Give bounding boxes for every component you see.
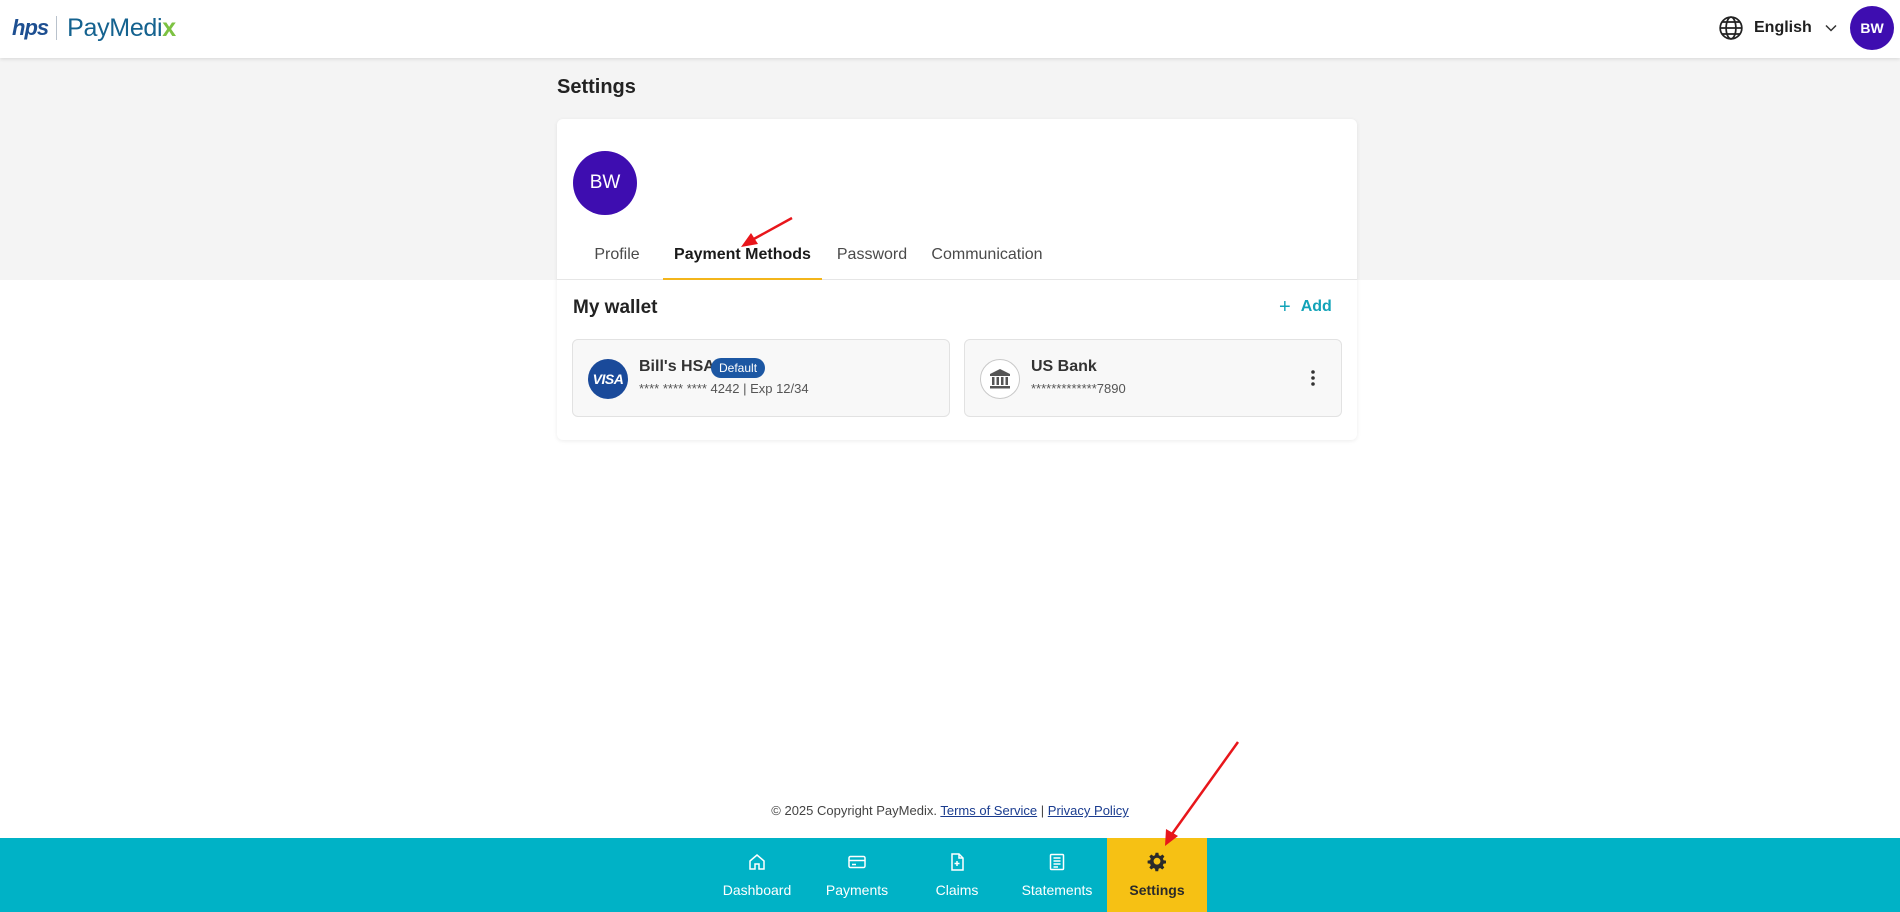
payment-method-name: US Bank — [1031, 358, 1097, 375]
tab-password[interactable]: Password — [830, 237, 914, 280]
more-options-icon[interactable] — [1305, 366, 1321, 390]
payment-method-detail: **** **** **** 4242 | Exp 12/34 — [639, 381, 809, 396]
payment-method-detail: *************7890 — [1031, 381, 1126, 396]
settings-tabs: Profile Payment Methods Password Communi… — [557, 237, 1357, 280]
payment-method-card[interactable]: US Bank *************7890 — [964, 339, 1342, 417]
paymedix-logo[interactable]: hps PayMedix — [12, 14, 176, 42]
annotation-arrow-settings — [1165, 741, 1240, 846]
logo-divider — [56, 16, 58, 40]
copyright-text: © 2025 Copyright PayMedix. — [771, 803, 937, 818]
visa-icon: VISA — [588, 359, 628, 399]
language-selector[interactable]: English — [1718, 14, 1838, 42]
payment-method-card[interactable]: VISA Bill's HSA Default **** **** **** 4… — [572, 339, 950, 417]
payment-method-name: Bill's HSA — [639, 358, 715, 375]
tab-payment-methods[interactable]: Payment Methods — [663, 237, 822, 280]
logo-paymedix-main: PayMedi — [67, 13, 163, 42]
privacy-policy-link[interactable]: Privacy Policy — [1048, 803, 1129, 818]
statement-icon — [1049, 853, 1065, 871]
nav-label: Payments — [825, 882, 889, 898]
terms-of-service-link[interactable]: Terms of Service — [940, 803, 1037, 818]
gear-icon — [1147, 852, 1166, 872]
logo-hps-text: hps — [12, 15, 49, 40]
copyright-footer: © 2025 Copyright PayMedix. Terms of Serv… — [0, 803, 1900, 818]
home-icon — [749, 854, 765, 870]
nav-claims[interactable]: Claims — [907, 838, 1007, 912]
bottom-navigation: Dashboard Payments Claims Statements Set… — [0, 838, 1900, 912]
chevron-down-icon — [1825, 24, 1837, 32]
nav-label: Dashboard — [722, 882, 792, 898]
language-label: English — [1754, 19, 1812, 36]
document-icon — [951, 853, 964, 871]
top-header: hps PayMedix English BW — [0, 0, 1900, 58]
nav-label: Claims — [935, 882, 979, 898]
bank-building-glyph — [990, 369, 1010, 389]
nav-label: Statements — [1021, 882, 1093, 898]
nav-label: Settings — [1129, 882, 1185, 898]
nav-settings[interactable]: Settings — [1107, 838, 1207, 912]
tab-communication[interactable]: Communication — [922, 237, 1052, 280]
user-avatar-button[interactable]: BW — [1850, 6, 1894, 50]
nav-statements[interactable]: Statements — [1007, 838, 1107, 912]
footer-separator: | — [1040, 803, 1045, 818]
credit-card-icon — [848, 855, 866, 869]
globe-icon — [1719, 16, 1743, 40]
plus-icon: + — [1279, 296, 1291, 318]
page-title: Settings — [557, 76, 636, 98]
nav-payments[interactable]: Payments — [807, 838, 907, 912]
settings-card: BW Profile Payment Methods Password Comm… — [557, 119, 1357, 440]
logo-paymedix-x: x — [162, 13, 176, 42]
nav-dashboard[interactable]: Dashboard — [707, 838, 807, 912]
tab-profile[interactable]: Profile — [579, 237, 655, 280]
logo-paymedix-text: PayMedix — [67, 14, 176, 43]
default-badge: Default — [711, 358, 766, 378]
wallet-heading: My wallet — [573, 297, 658, 318]
add-payment-method-button[interactable]: + Add — [1279, 297, 1332, 317]
bank-icon — [980, 359, 1020, 399]
profile-avatar: BW — [573, 151, 637, 215]
add-button-label: Add — [1300, 298, 1332, 315]
